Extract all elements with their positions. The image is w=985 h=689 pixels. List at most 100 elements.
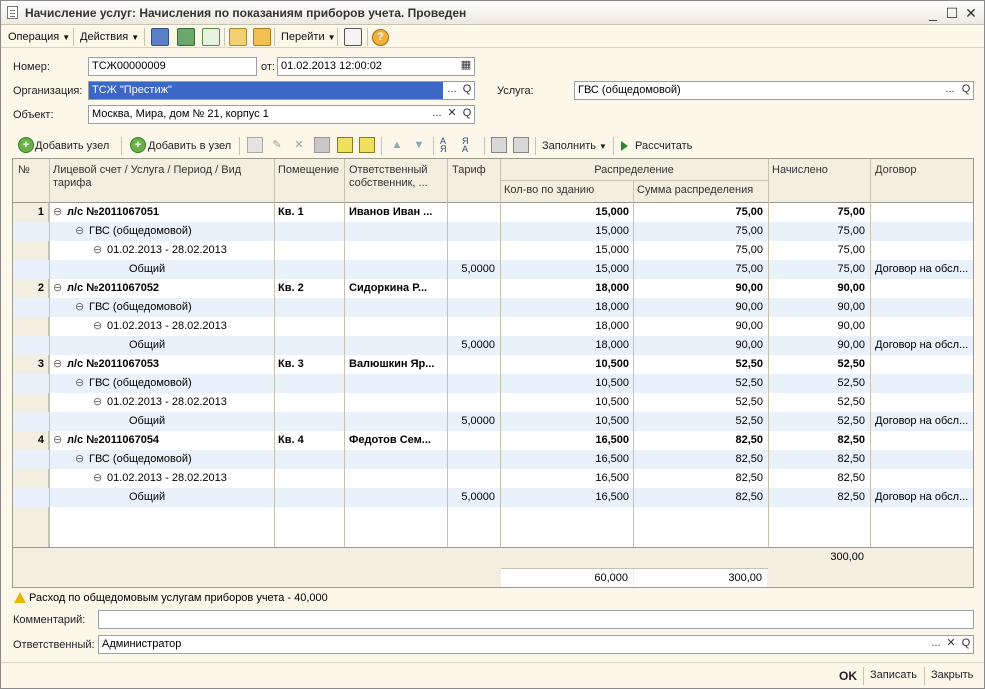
actions-menu[interactable]: Действия ▼ [80, 29, 139, 45]
table-row[interactable]: ⊖ ГВС (общедомовой) 16,500 82,50 82,50 [13, 450, 973, 469]
create-based-on-icon[interactable] [229, 28, 247, 46]
clear-icon[interactable]: ✕ [445, 106, 459, 123]
help-icon[interactable]: ? [372, 29, 389, 46]
table-row[interactable]: ⊖ 01.02.2013 - 28.02.2013 16,500 82,50 82,50 [13, 469, 973, 488]
tariff-cell [449, 431, 495, 450]
delete-icon[interactable]: ✕ [291, 137, 307, 153]
tree-collapse-toggle-icon[interactable]: ⊖ [75, 450, 87, 469]
goto-menu[interactable]: Перейти ▼ [281, 29, 336, 45]
post-document-icon[interactable] [151, 28, 169, 46]
header-distribution[interactable]: Распределение [500, 164, 768, 177]
tree-collapse-toggle-icon[interactable]: ⊖ [93, 393, 105, 412]
search-icon[interactable]: Q [959, 636, 973, 653]
close-button[interactable]: Закрыть [931, 669, 973, 681]
print-icon[interactable] [491, 137, 507, 153]
header-room[interactable]: Помещение [278, 164, 339, 177]
select-dots-button[interactable]: ... [445, 82, 459, 99]
copy-icon[interactable] [247, 137, 263, 153]
add-into-node-button[interactable]: Добавить в узел [148, 138, 231, 154]
search-icon[interactable]: Q [460, 82, 474, 99]
tree-collapse-toggle-icon[interactable]: ⊖ [75, 222, 87, 241]
comment-field[interactable] [98, 610, 974, 629]
new-document-icon[interactable] [202, 28, 220, 46]
header-charged[interactable]: Начислено [772, 164, 828, 177]
table-row[interactable]: 2 ⊖ л/с №2011067052 Кв. 2 Сидоркина Р... 18,0… [13, 279, 973, 298]
organization-field[interactable]: ТСЖ "Престиж" ... Q [88, 81, 475, 100]
calendar-icon[interactable]: ▦ [459, 58, 473, 75]
search-icon[interactable]: Q [959, 82, 973, 99]
room-cell [278, 260, 342, 279]
ok-button[interactable]: OK [839, 669, 857, 683]
select-dots-button[interactable]: ... [430, 106, 444, 123]
column-divider [49, 159, 50, 587]
tree-collapse-toggle-icon[interactable]: ⊖ [93, 469, 105, 488]
settings-icon[interactable] [513, 137, 529, 153]
table-row[interactable]: 4 ⊖ л/с №2011067054 Кв. 4 Федотов Сем... 16,5… [13, 431, 973, 450]
table-row[interactable]: ⊖ 01.02.2013 - 28.02.2013 18,000 90,00 90,00 [13, 317, 973, 336]
table-row[interactable]: Общий 5,0000 16,500 82,50 82,50 Договор на об… [13, 488, 973, 507]
tree-collapse-toggle-icon[interactable]: ⊖ [53, 279, 65, 298]
list-icon[interactable] [344, 28, 362, 46]
tree-collapse-toggle-icon[interactable]: ⊖ [75, 298, 87, 317]
table-row[interactable]: ⊖ 01.02.2013 - 28.02.2013 15,000 75,00 75,00 [13, 241, 973, 260]
tree-collapse-toggle-icon[interactable]: ⊖ [53, 355, 65, 374]
sum-distribution-cell: 52,50 [735, 396, 763, 408]
responsible-field[interactable]: Администратор ... ✕ Q [98, 635, 974, 654]
header-account[interactable]: Лицевой счет / Услуга / Период / Вид тар… [53, 164, 273, 190]
table-row[interactable]: 1 ⊖ л/с №2011067051 Кв. 1 Иванов Иван ... 15,… [13, 203, 973, 222]
edit-icon[interactable]: ✎ [269, 137, 285, 153]
select-dots-button[interactable]: ... [929, 636, 943, 653]
owner-cell [349, 222, 445, 241]
header-qty-building[interactable]: Кол-во по зданию [504, 184, 594, 197]
date-from-label: от: [261, 61, 275, 73]
table-row[interactable]: Общий 5,0000 15,000 75,00 75,00 Договор на об… [13, 260, 973, 279]
header-sum-distribution[interactable]: Сумма распределения [637, 184, 753, 197]
maximize-button[interactable]: ☐ [943, 4, 961, 22]
table-row[interactable]: Общий 5,0000 10,500 52,50 52,50 Договор на об… [13, 412, 973, 431]
charged-cell: 75,00 [837, 263, 865, 275]
account-cell: л/с №2011067052 [67, 282, 160, 294]
tree-collapse-icon[interactable] [359, 137, 375, 153]
tree-collapse-toggle-icon[interactable]: ⊖ [75, 374, 87, 393]
table-row[interactable]: ⊖ ГВС (общедомовой) 18,000 90,00 90,00 [13, 298, 973, 317]
table-row[interactable]: ⊖ ГВС (общедомовой) 10,500 52,50 52,50 [13, 374, 973, 393]
header-tariff[interactable]: Тариф [452, 164, 486, 177]
header-num[interactable]: № [18, 164, 30, 177]
refresh-icon[interactable] [177, 28, 195, 46]
service-field[interactable]: ГВС (общедомовой) ... Q [574, 81, 974, 100]
minimize-button[interactable]: _ [924, 4, 942, 22]
move-down-icon[interactable]: ▼ [411, 137, 427, 153]
tree-collapse-toggle-icon[interactable]: ⊖ [93, 317, 105, 336]
tree-collapse-toggle-icon[interactable]: ⊖ [93, 241, 105, 260]
charges-table: № Лицевой счет / Услуга / Период / Вид т… [12, 158, 974, 588]
tree-collapse-toggle-icon[interactable]: ⊖ [53, 431, 65, 450]
fill-menu[interactable]: Заполнить ▼ [542, 138, 607, 154]
table-row[interactable]: Общий 5,0000 18,000 90,00 90,00 Договор на об… [13, 336, 973, 355]
sort-asc-icon[interactable]: AЯ [440, 137, 456, 154]
table-row[interactable]: ⊖ ГВС (общедомовой) 15,000 75,00 75,00 [13, 222, 973, 241]
tree-collapse-toggle-icon[interactable]: ⊖ [53, 203, 65, 222]
object-field[interactable]: Москва, Мира, дом № 21, корпус 1 ... ✕ Q [88, 105, 475, 124]
number-field[interactable]: ТСЖ00000009 [88, 57, 257, 76]
operation-menu[interactable]: Операция ▼ [8, 29, 70, 45]
table-row[interactable]: ⊖ 01.02.2013 - 28.02.2013 10,500 52,50 52,50 [13, 393, 973, 412]
structure-icon[interactable] [253, 28, 271, 46]
calculate-button[interactable]: Рассчитать [635, 138, 692, 154]
save-button[interactable]: Записать [870, 669, 917, 681]
table-row[interactable]: 3 ⊖ л/с №2011067053 Кв. 3 Валюшкин Яр... 10,5… [13, 355, 973, 374]
header-account-line2: тарифа [53, 177, 92, 189]
select-dots-button[interactable]: ... [943, 82, 957, 99]
tree-expand-icon[interactable] [337, 137, 353, 153]
date-field[interactable]: 01.02.2013 12:00:02 ▦ [277, 57, 475, 76]
header-contract[interactable]: Договор [875, 164, 917, 177]
save-row-icon[interactable] [314, 137, 330, 153]
clear-icon[interactable]: ✕ [944, 636, 958, 653]
search-icon[interactable]: Q [460, 106, 474, 123]
separator [121, 137, 122, 155]
add-node-button[interactable]: Добавить узел [35, 138, 109, 154]
close-window-button[interactable]: ✕ [962, 4, 980, 22]
header-owner[interactable]: Ответственный собственник, ... [349, 164, 428, 190]
qty-building-cell: 16,500 [595, 472, 629, 484]
sort-desc-icon[interactable]: ЯA [462, 137, 478, 154]
move-up-icon[interactable]: ▲ [389, 137, 405, 153]
